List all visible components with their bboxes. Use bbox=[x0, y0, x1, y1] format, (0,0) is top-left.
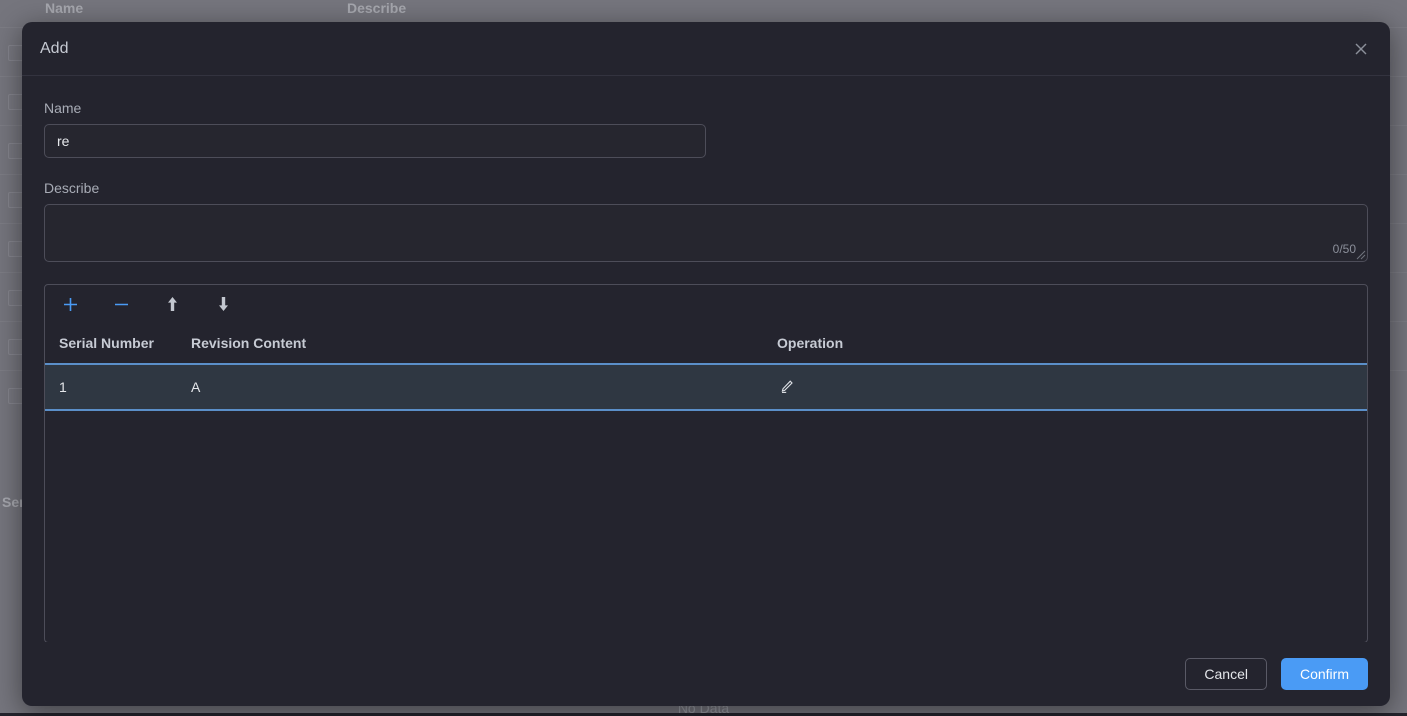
add-row-button[interactable] bbox=[57, 291, 83, 317]
dialog-title: Add bbox=[40, 40, 1350, 58]
cell-operation bbox=[777, 377, 1367, 398]
dialog-footer: Cancel Confirm bbox=[22, 642, 1390, 706]
name-input[interactable] bbox=[44, 124, 706, 158]
remove-row-button[interactable] bbox=[108, 291, 134, 317]
close-icon[interactable] bbox=[1350, 38, 1372, 60]
cell-serial-number: 1 bbox=[45, 379, 191, 395]
add-dialog: Add Name Describe 0/50 bbox=[22, 22, 1390, 706]
column-header-serial-number: Serial Number bbox=[45, 335, 191, 351]
move-up-button[interactable] bbox=[159, 291, 185, 317]
edit-pencil-icon[interactable] bbox=[777, 377, 797, 397]
revision-table-panel: Serial Number Revision Content Operation… bbox=[44, 284, 1368, 642]
describe-textarea[interactable] bbox=[44, 204, 1368, 262]
column-header-operation: Operation bbox=[777, 335, 1367, 351]
table-row[interactable]: 1 A bbox=[45, 365, 1367, 411]
dialog-body: Name Describe 0/50 bbox=[22, 76, 1390, 642]
revision-table-header: Serial Number Revision Content Operation bbox=[45, 323, 1367, 365]
describe-field-label: Describe bbox=[44, 180, 1368, 196]
column-header-revision-content: Revision Content bbox=[191, 335, 777, 351]
name-field-label: Name bbox=[44, 100, 1368, 116]
cell-revision-content: A bbox=[191, 379, 777, 395]
revision-table-toolbar bbox=[45, 285, 1367, 323]
describe-field-wrapper: 0/50 bbox=[44, 204, 1368, 262]
cancel-button[interactable]: Cancel bbox=[1185, 658, 1267, 690]
dialog-header: Add bbox=[22, 22, 1390, 76]
move-down-button[interactable] bbox=[210, 291, 236, 317]
confirm-button[interactable]: Confirm bbox=[1281, 658, 1368, 690]
